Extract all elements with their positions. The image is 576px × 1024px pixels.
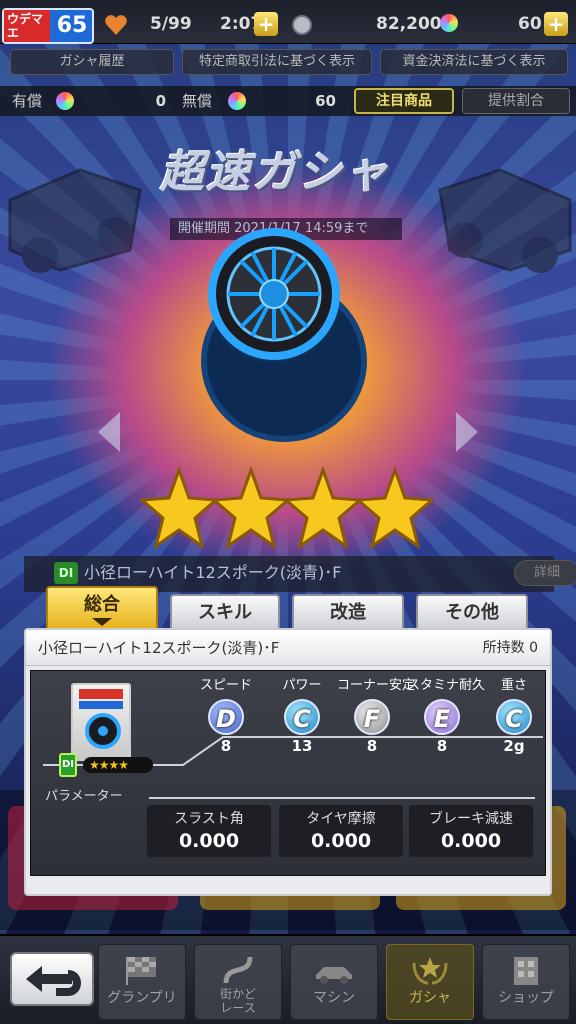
commercial-law-button[interactable]: 特定商取引法に基づく表示 — [182, 49, 372, 75]
stat-corner: コーナー安定 F 8 — [337, 677, 416, 757]
nav-label: グランプリ — [107, 990, 177, 1006]
tab-other[interactable]: その他 — [416, 594, 528, 630]
nav-gacha[interactable]: ガシャ — [386, 944, 474, 1020]
panel-title: 小径ローハイト12スポーク(淡青)･F — [38, 639, 280, 657]
free-label: 無償 — [182, 92, 213, 110]
params-heading: パラメーター — [45, 789, 123, 804]
nav-street-race[interactable]: 街かど レース — [194, 944, 282, 1020]
free-value: 60 — [315, 92, 336, 110]
money-value: 82,200 — [376, 14, 442, 34]
info-links: ガシャ履歴 特定商取引法に基づく表示 資金決済法に基づく表示 — [0, 49, 576, 77]
nav-label: 街かど レース — [219, 987, 256, 1015]
tab-overview[interactable]: 総合 — [46, 586, 158, 630]
panel-body: DI ★★★★ スピード D 8 パワー C 13 コーナー安定 F 8 スタミ… — [30, 670, 546, 876]
car-icon — [316, 967, 352, 984]
nav-label: ショップ — [498, 990, 554, 1006]
wheel-part-image — [201, 226, 367, 442]
stat-value: 13 — [291, 737, 313, 755]
stat-grade-badge: F — [354, 699, 390, 735]
featured-tab[interactable]: 注目商品 — [354, 88, 454, 114]
stat-label: スピード — [199, 678, 252, 693]
stat-value: 8 — [220, 737, 232, 755]
nav-machine[interactable]: マシン — [290, 944, 378, 1020]
add-gem-button[interactable]: + — [544, 12, 568, 36]
param-label: スラスト角 — [174, 811, 244, 827]
shop-icon — [514, 957, 538, 985]
background-machine-left — [8, 168, 142, 273]
param-thrust-angle: スラスト角 0.000 — [147, 805, 271, 857]
back-button[interactable] — [10, 952, 94, 1006]
stat-speed: スピード D 8 — [191, 677, 261, 757]
stat-label: コーナー安定 — [337, 678, 416, 693]
rank-value: 65 — [56, 13, 88, 38]
stat-label: 重さ — [500, 678, 527, 693]
star-icon — [140, 466, 218, 550]
stat-stamina: スタミナ耐久 E 8 — [407, 677, 486, 757]
rank-badge: ウデマエ 65 — [2, 8, 94, 44]
stat-value: 8 — [436, 737, 448, 755]
rank-label: ウデマエ — [4, 10, 50, 42]
param-brake-decel: ブレーキ減速 0.000 — [409, 805, 533, 857]
back-arrow-icon — [26, 966, 81, 996]
gem-icon — [440, 14, 458, 32]
card-rarity-stars: ★★★★ — [83, 757, 153, 773]
stat-weight: 重さ C 2g — [479, 677, 549, 757]
gacha-history-button[interactable]: ガシャ履歴 — [10, 49, 174, 75]
item-name: 小径ローハイト12スポーク(淡青)･F — [84, 563, 342, 582]
paid-label: 有償 — [12, 92, 43, 110]
star-icon — [356, 466, 434, 550]
star-icon — [212, 466, 290, 550]
stat-grade-badge: C — [284, 699, 320, 735]
stat-grade-badge: E — [424, 699, 460, 735]
part-detail-panel: 小径ローハイト12スポーク(淡青)･F 所持数 0 DI ★★★★ スピード D… — [24, 628, 552, 896]
currency-row: 有償 0 無償 60 注目商品 提供割合 — [0, 86, 576, 116]
heart-icon — [105, 15, 127, 36]
free-gem-icon — [228, 92, 246, 110]
coin-icon — [292, 15, 312, 35]
stat-label: スタミナ耐久 — [407, 678, 486, 693]
paid-value: 0 — [155, 92, 166, 110]
stat-grade-badge: D — [208, 699, 244, 735]
stamina-value: 5/99 — [150, 14, 192, 34]
rates-tab[interactable]: 提供割合 — [462, 88, 570, 114]
street-race-icon — [223, 956, 253, 984]
laurel-star-icon — [412, 957, 448, 985]
background-machine-right — [438, 168, 572, 273]
param-label: ブレーキ減速 — [429, 811, 513, 827]
add-stamina-button[interactable]: + — [254, 12, 278, 36]
param-value: 0.000 — [440, 830, 502, 852]
item-grade-badge: DI — [54, 562, 78, 584]
param-value: 0.000 — [178, 830, 240, 852]
next-arrow-icon[interactable] — [456, 412, 478, 452]
paid-gem-icon — [56, 92, 74, 110]
star-icon — [284, 466, 362, 550]
param-tire-friction: タイヤ摩擦 0.000 — [279, 805, 403, 857]
nav-grandprix[interactable]: グランプリ — [98, 944, 186, 1020]
nav-label: マシン — [313, 990, 355, 1006]
stat-value: 8 — [366, 737, 378, 755]
card-grade-badge: DI — [59, 753, 77, 777]
status-bar: ウデマエ 65 5/99 2:07 + 82,200 60 + — [0, 0, 576, 44]
params-divider — [149, 797, 535, 799]
payment-law-button[interactable]: 資金決済法に基づく表示 — [380, 49, 568, 75]
tab-skill[interactable]: スキル — [170, 594, 280, 630]
detail-button[interactable]: 詳細 — [514, 560, 576, 586]
owned-count: 所持数 0 — [482, 640, 538, 656]
stat-grade-badge: C — [496, 699, 532, 735]
nav-label: ガシャ — [409, 990, 451, 1006]
checkered-flag-icon — [126, 957, 156, 985]
rarity-stars — [140, 466, 440, 556]
param-value: 0.000 — [310, 830, 372, 852]
gacha-title: 超速ガシャ — [160, 147, 390, 198]
param-label: タイヤ摩擦 — [306, 811, 376, 827]
stat-power: パワー C 13 — [267, 677, 337, 757]
stat-value: 2g — [503, 737, 525, 755]
stat-label: パワー — [282, 678, 322, 693]
panel-header: 小径ローハイト12スポーク(淡青)･F 所持数 0 — [26, 630, 550, 666]
prev-arrow-icon[interactable] — [98, 412, 120, 452]
nav-shop[interactable]: ショップ — [482, 944, 570, 1020]
gem-value: 60 — [518, 14, 542, 34]
tab-modify[interactable]: 改造 — [292, 594, 404, 630]
